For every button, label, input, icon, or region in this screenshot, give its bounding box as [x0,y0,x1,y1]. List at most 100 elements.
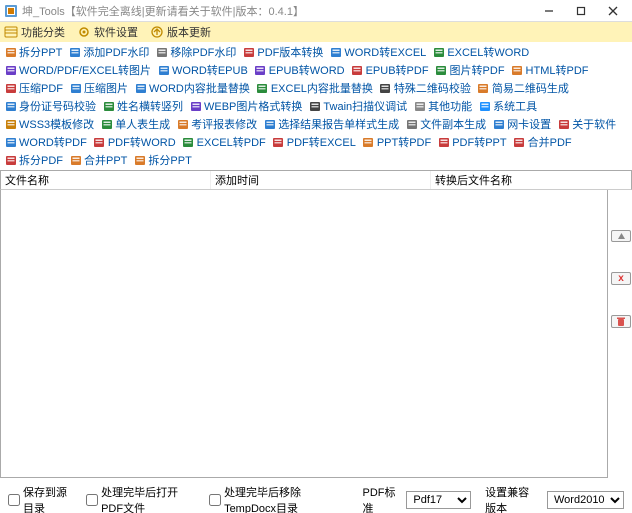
tool-btn-26[interactable]: 考评报表修改 [176,116,257,132]
tool-label: 关于软件 [572,116,616,132]
minimize-button[interactable] [534,1,564,21]
tool-label: WORD转EPUB [172,62,248,78]
tool-label: WEBP图片格式转换 [204,98,302,114]
tool-btn-16[interactable]: 特殊二维码校验 [379,80,471,96]
tool-btn-7[interactable]: WORD转EPUB [157,62,248,78]
chk-label: 处理完毕后移除TempDocx目录 [224,484,344,513]
tool-label: 系统工具 [493,98,537,114]
tool-btn-28[interactable]: 文件副本生成 [405,116,486,132]
tool-btn-31[interactable]: WORD转PDF [4,134,87,150]
tool-icon [68,46,81,59]
close-button[interactable] [598,1,628,21]
chk-label: 处理完毕后打开PDF文件 [101,484,197,513]
tool-btn-32[interactable]: PDF转WORD [93,134,176,150]
gear-icon [77,25,91,39]
tool-label: PDF转EXCEL [287,134,356,150]
col-filename[interactable]: 文件名称 [1,171,211,189]
tool-btn-22[interactable]: 其他功能 [413,98,472,114]
tool-icon [492,118,505,131]
menu-label: 功能分类 [21,24,65,40]
tool-btn-20[interactable]: WEBP图片格式转换 [189,98,302,114]
tool-label: 特殊二维码校验 [394,80,471,96]
tool-icon [432,46,445,59]
tool-btn-11[interactable]: HTML转PDF [511,62,589,78]
delete-button[interactable] [611,315,631,328]
menu-settings[interactable]: 软件设置 [77,24,138,40]
tool-label: WSS3模板修改 [19,116,94,132]
tool-btn-36[interactable]: PDF转PPT [437,134,506,150]
chk-label: 保存到源目录 [23,484,74,513]
tool-btn-24[interactable]: WSS3模板修改 [4,116,94,132]
tool-btn-23[interactable]: 系统工具 [478,98,537,114]
tool-btn-15[interactable]: EXCEL内容批量替换 [256,80,373,96]
file-list[interactable] [0,190,608,478]
col-converted[interactable]: 转换后文件名称 [431,171,631,189]
tool-label: 简易二维码生成 [492,80,569,96]
tool-label: EPUB转PDF [366,62,429,78]
tool-btn-40[interactable]: 拆分PPT [133,152,191,168]
tool-icon [511,64,524,77]
menu-update[interactable]: 版本更新 [150,24,211,40]
tool-btn-2[interactable]: 移除PDF水印 [155,44,236,60]
remove-button[interactable]: x [611,272,631,285]
tool-btn-10[interactable]: 图片转PDF [435,62,505,78]
tool-btn-0[interactable]: 拆分PPT [4,44,62,60]
tool-icon [157,64,170,77]
tool-label: 姓名横转竖列 [117,98,183,114]
tool-btn-38[interactable]: 拆分PDF [4,152,63,168]
tool-icon [182,136,195,149]
menu-label: 软件设置 [94,24,138,40]
tool-btn-13[interactable]: 压缩图片 [69,80,128,96]
chk-save-to-src-input[interactable] [8,494,20,506]
tool-btn-17[interactable]: 简易二维码生成 [477,80,569,96]
chk-open-after-input[interactable] [86,494,98,506]
tool-icon [413,100,426,113]
tool-btn-3[interactable]: PDF版本转换 [242,44,323,60]
pdf-standard-select[interactable]: Pdf17 [406,491,471,509]
tool-btn-33[interactable]: EXCEL转PDF [182,134,266,150]
tool-icon [557,118,570,131]
tool-btn-39[interactable]: 合并PPT [69,152,127,168]
tool-btn-18[interactable]: 身份证号码校验 [4,98,96,114]
categories-icon [4,25,18,39]
tool-label: WORD内容批量替换 [149,80,250,96]
tool-btn-35[interactable]: PPT转PDF [362,134,431,150]
chk-remove-temp-input[interactable] [209,494,221,506]
tool-btn-34[interactable]: PDF转EXCEL [272,134,356,150]
col-addtime[interactable]: 添加时间 [211,171,431,189]
tool-btn-12[interactable]: 压缩PDF [4,80,63,96]
tool-btn-29[interactable]: 网卡设置 [492,116,551,132]
tool-btn-37[interactable]: 合并PDF [513,134,572,150]
tool-label: 文件副本生成 [420,116,486,132]
chk-open-after[interactable]: 处理完毕后打开PDF文件 [86,484,197,513]
tool-label: PDF版本转换 [257,44,323,60]
window-title: 坤_Tools【软件完全离线|更新请看关于软件|版本：0.4.1】 [22,3,534,19]
titlebar: 坤_Tools【软件完全离线|更新请看关于软件|版本：0.4.1】 [0,0,632,22]
tool-btn-8[interactable]: EPUB转WORD [254,62,345,78]
chk-save-to-src[interactable]: 保存到源目录 [8,484,74,513]
tool-label: EXCEL转PDF [197,134,266,150]
tool-label: 考评报表修改 [191,116,257,132]
tool-btn-4[interactable]: WORD转EXCEL [329,44,426,60]
menu-categories[interactable]: 功能分类 [4,24,65,40]
maximize-button[interactable] [566,1,596,21]
tool-label: 其他功能 [428,98,472,114]
options-panel: 保存到源目录 处理完毕后打开PDF文件 处理完毕后移除TempDocx目录 PD… [0,478,632,513]
tool-btn-21[interactable]: Twain扫描仪调试 [308,98,407,114]
tool-btn-14[interactable]: WORD内容批量替换 [134,80,250,96]
tool-btn-27[interactable]: 选择结果报告单样式生成 [263,116,399,132]
move-up-button[interactable] [611,230,631,242]
tool-icon [254,64,267,77]
tool-btn-25[interactable]: 单人表生成 [100,116,170,132]
tool-btn-30[interactable]: 关于软件 [557,116,616,132]
tool-btn-1[interactable]: 添加PDF水印 [68,44,149,60]
chk-remove-temp[interactable]: 处理完毕后移除TempDocx目录 [209,484,344,513]
tool-btn-5[interactable]: EXCEL转WORD [432,44,529,60]
tool-btn-9[interactable]: EPUB转PDF [351,62,429,78]
compat-select[interactable]: Word2010 [547,491,624,509]
tool-btn-6[interactable]: WORD/PDF/EXCEL转图片 [4,62,151,78]
tool-btn-19[interactable]: 姓名横转竖列 [102,98,183,114]
tool-label: 网卡设置 [507,116,551,132]
tool-icon [133,154,146,167]
tool-label: WORD转PDF [19,134,87,150]
